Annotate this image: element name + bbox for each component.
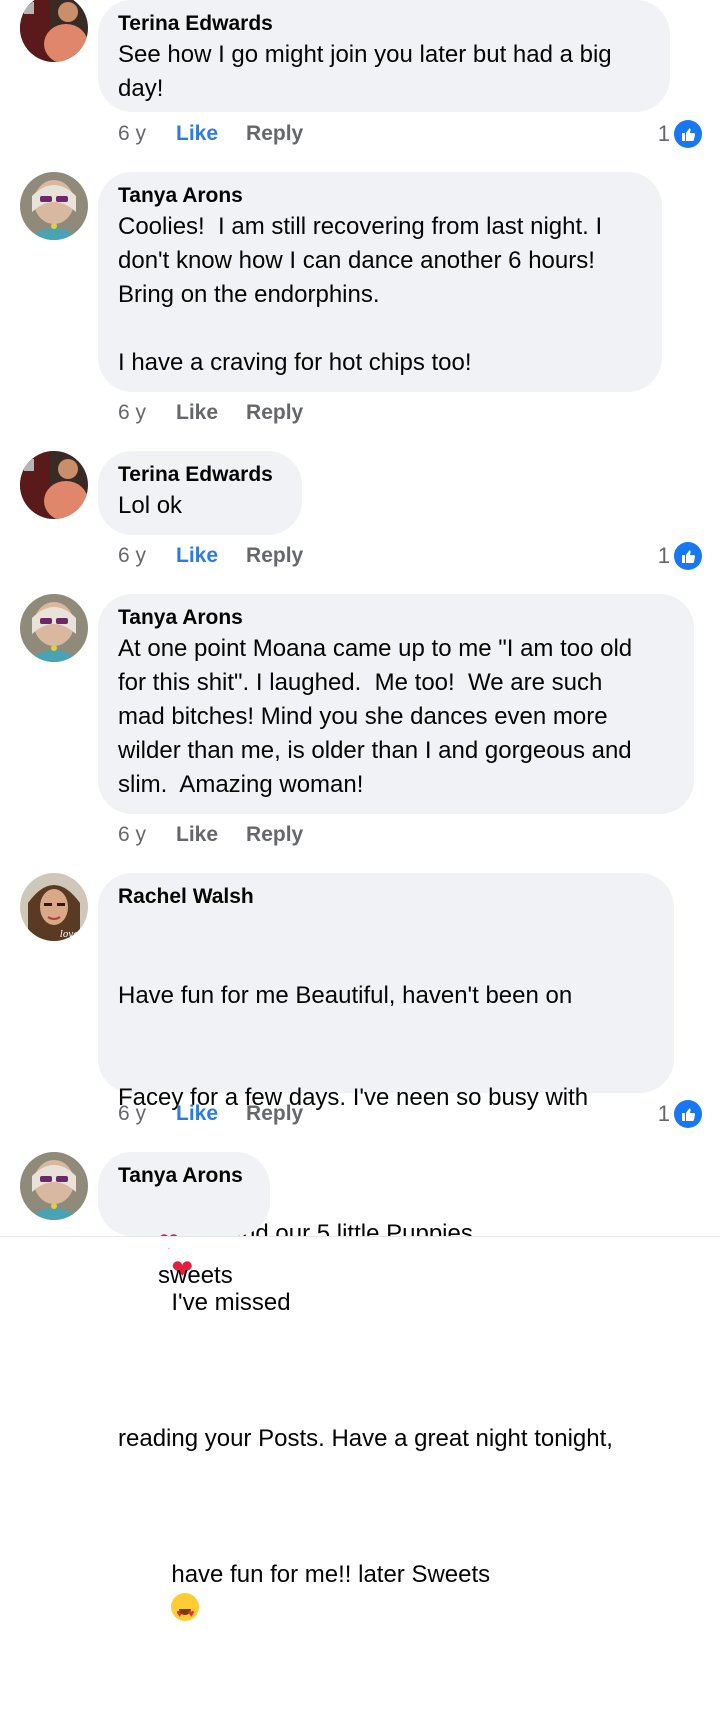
comment-actions: 6 y Like Reply — [118, 539, 303, 573]
comment-actions: 6 y Like Reply — [118, 396, 303, 430]
comment-bubble: Tanya Arons At one point Moana came up t… — [98, 594, 694, 814]
comment-bubble: Rachel Walsh Have fun for me Beautiful, … — [98, 873, 674, 1631]
thumbs-up-icon — [674, 1100, 702, 1128]
tanya-avatar-icon — [20, 172, 88, 240]
comment-author[interactable]: Terina Edwards — [118, 10, 650, 38]
tanya-avatar-icon — [20, 594, 88, 662]
comment-author[interactable]: Terina Edwards — [118, 461, 282, 489]
comment-text: See how I go might join you later but ha… — [118, 41, 612, 102]
reaction-count-number: 1 — [657, 121, 670, 146]
like-button[interactable]: Like — [176, 122, 218, 146]
like-button[interactable]: Like — [176, 1102, 218, 1126]
reply-button[interactable]: Reply — [246, 823, 303, 847]
terina-avatar-icon — [20, 451, 88, 519]
comment-text-line: have fun for me!! later Sweets — [118, 1524, 654, 1660]
avatar[interactable] — [20, 451, 88, 519]
comment-timestamp[interactable]: 6 y — [118, 401, 176, 425]
comment-actions: 6 y Like Reply — [118, 117, 303, 151]
reaction-count[interactable]: 1 — [658, 1097, 702, 1131]
heart-eyes-emoji-icon — [171, 1593, 200, 1631]
comment-author[interactable]: Rachel Walsh — [118, 883, 654, 911]
reply-button[interactable]: Reply — [246, 544, 303, 568]
comment-bubble: Terina Edwards Lol ok — [98, 451, 302, 535]
avatar[interactable] — [20, 1152, 88, 1220]
thumbs-up-icon — [674, 120, 702, 148]
like-button[interactable]: Like — [176, 401, 218, 425]
avatar[interactable] — [20, 0, 88, 62]
svg-text:love: love — [60, 930, 79, 940]
tanya-avatar-icon — [20, 1152, 88, 1220]
avatar[interactable] — [20, 594, 88, 662]
comment-text-line: Have fun for me Beautiful, haven't been … — [118, 982, 573, 1009]
comment-bubble: Tanya Arons Coolies! I am still recoveri… — [98, 172, 662, 392]
like-button[interactable]: Like — [176, 544, 218, 568]
comment-actions: 6 y Like Reply — [118, 1097, 303, 1131]
comment-timestamp[interactable]: 6 y — [118, 544, 176, 568]
comment-actions: 6 y Like Reply — [118, 818, 303, 852]
comment-author[interactable]: Tanya Arons — [118, 182, 642, 210]
avatar[interactable] — [20, 172, 88, 240]
comment-bubble: Tanya Arons ❤ sweets — [98, 1152, 270, 1289]
comment-text: Coolies! I am still recovering from last… — [118, 213, 603, 376]
comment-author[interactable]: Tanya Arons — [118, 604, 674, 632]
comment-bubble: Terina Edwards See how I go might join y… — [98, 0, 670, 112]
rachel-avatar-icon: love — [20, 873, 88, 941]
comment-author[interactable]: Tanya Arons — [118, 1162, 250, 1190]
comment-timestamp[interactable]: 6 y — [118, 823, 176, 847]
reaction-count[interactable]: 1 — [658, 539, 702, 573]
terina-avatar-icon — [20, 0, 88, 62]
thumbs-up-icon — [674, 542, 702, 570]
reply-button[interactable]: Reply — [246, 401, 303, 425]
comment-timestamp[interactable]: 6 y — [118, 122, 176, 146]
reaction-count-number: 1 — [657, 543, 670, 568]
comment-text: At one point Moana came up to me "I am t… — [118, 635, 633, 798]
like-button[interactable]: Like — [176, 823, 218, 847]
reaction-count-number: 1 — [657, 1101, 670, 1126]
comment-text: ❤ sweets — [118, 1190, 250, 1327]
comment-timestamp[interactable]: 6 y — [118, 1102, 176, 1126]
reply-button[interactable]: Reply — [246, 1102, 303, 1126]
reply-button[interactable]: Reply — [246, 122, 303, 146]
bottom-divider — [0, 1236, 720, 1248]
avatar[interactable]: love — [20, 873, 88, 941]
reaction-count[interactable]: 1 — [658, 117, 702, 151]
comment-text: Lol ok — [118, 492, 183, 519]
comment-text-line: reading your Posts. Have a great night t… — [118, 1425, 613, 1452]
